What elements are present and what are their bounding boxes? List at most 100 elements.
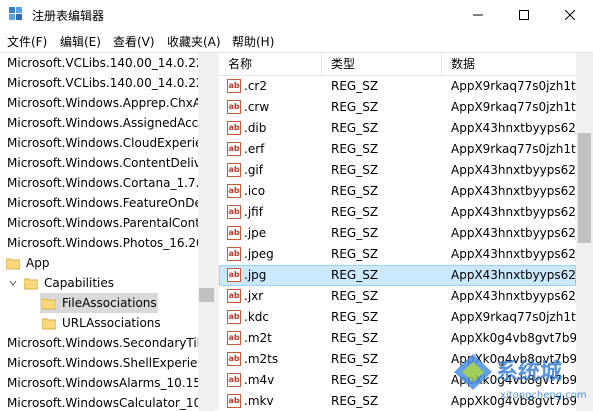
value-type: REG_SZ: [331, 100, 379, 114]
value-row[interactable]: ab .cr2 REG_SZ AppX9rkaq77s0jzh1ty: [219, 76, 576, 97]
value-row[interactable]: ab .erf REG_SZ AppX9rkaq77s0jzh1ty: [219, 139, 576, 160]
value-name: .m4v: [244, 373, 275, 387]
value-name: .gif: [244, 163, 263, 177]
value-data: AppX43hnxtbyyps62j: [451, 268, 576, 282]
value-type: REG_SZ: [331, 184, 379, 198]
folder-icon: [6, 258, 20, 270]
value-row[interactable]: ab .mkv REG_SZ AppXk0g4vb8gvt7b9: [219, 391, 576, 411]
tree-item-label: App: [26, 256, 50, 270]
value-data: AppX43hnxtbyyps62j: [451, 247, 576, 261]
string-value-icon: ab: [227, 163, 241, 177]
folder-icon: [42, 318, 56, 330]
tree-item-fileassociations[interactable]: FileAssociations: [40, 293, 158, 313]
value-data: AppX9rkaq77s0jzh1ty: [451, 79, 576, 93]
value-type: REG_SZ: [331, 226, 379, 240]
value-name: .m2ts: [244, 352, 279, 366]
string-value-icon: ab: [227, 331, 241, 345]
menu-file[interactable]: 文件(F): [7, 33, 47, 50]
value-data: AppX43hnxtbyyps62j: [451, 184, 576, 198]
value-data: AppXk0g4vb8gvt7b9: [451, 331, 576, 345]
value-row[interactable]: ab .crw REG_SZ AppX9rkaq77s0jzh1ty: [219, 97, 576, 118]
string-value-icon: ab: [227, 352, 241, 366]
menu-favorites[interactable]: 收藏夹(A): [167, 33, 221, 50]
tree-item-label: URLAssociations: [62, 316, 161, 330]
tree-item-app[interactable]: App: [0, 253, 198, 273]
value-type: REG_SZ: [331, 289, 379, 303]
tree-scrollbar-thumb[interactable]: [199, 288, 214, 302]
value-type: REG_SZ: [331, 247, 379, 261]
list-scrollbar-thumb[interactable]: [578, 133, 591, 243]
string-value-icon: ab: [227, 247, 241, 261]
tree-item-urlassociations[interactable]: URLAssociations: [40, 313, 190, 333]
maximize-icon: [519, 10, 529, 20]
string-value-icon: ab: [227, 268, 241, 282]
value-data: AppXk0g4vb8gvt7b9: [451, 394, 576, 408]
value-row[interactable]: ab .ico REG_SZ AppX43hnxtbyyps62j: [219, 181, 576, 202]
string-value-icon: ab: [227, 142, 241, 156]
value-row[interactable]: ab .dib REG_SZ AppX43hnxtbyyps62j: [219, 118, 576, 139]
column-header-data[interactable]: 数据: [442, 53, 576, 75]
tree-item-capabilities[interactable]: Capabilities: [0, 273, 198, 293]
value-name: .jpg: [244, 268, 267, 282]
menu-help[interactable]: 帮助(H): [232, 33, 274, 50]
value-type: REG_SZ: [331, 205, 379, 219]
menu-bar: 文件(F) 编辑(E) 查看(V) 收藏夹(A) 帮助(H): [0, 31, 593, 51]
close-button[interactable]: [547, 0, 593, 30]
value-type: REG_SZ: [331, 352, 379, 366]
close-icon: [565, 10, 575, 20]
minimize-button[interactable]: [455, 0, 501, 30]
tree-item-label: Microsoft.Windows.ContentDelive: [7, 156, 209, 170]
maximize-button[interactable]: [501, 0, 547, 30]
value-data: AppX9rkaq77s0jzh1ty: [451, 142, 576, 156]
value-row[interactable]: ab .jpeg REG_SZ AppX43hnxtbyyps62j: [219, 244, 576, 265]
column-header-type[interactable]: 类型: [322, 53, 442, 75]
value-row[interactable]: ab .jpg REG_SZ AppX43hnxtbyyps62j: [219, 265, 576, 286]
tree-item-label: Microsoft.Windows.Cortana_1.7.0: [7, 176, 208, 190]
value-type: REG_SZ: [331, 79, 379, 93]
tree-item-label: Microsoft.Windows.Apprep.ChxA: [7, 96, 202, 110]
list-scrollbar[interactable]: [576, 53, 593, 411]
tree-scrollbar[interactable]: [198, 53, 215, 411]
value-data: AppXk0g4vb8gvt7b9: [451, 373, 576, 387]
string-value-icon: ab: [227, 373, 241, 387]
value-row[interactable]: ab .jfif REG_SZ AppX43hnxtbyyps62j: [219, 202, 576, 223]
value-name: .erf: [244, 142, 265, 156]
string-value-icon: ab: [227, 184, 241, 198]
tree-item-label: Microsoft.Windows.Photos_16.20: [7, 236, 204, 250]
value-type: REG_SZ: [331, 331, 379, 345]
value-name: .ico: [244, 184, 266, 198]
value-name: .mkv: [244, 394, 274, 408]
string-value-icon: ab: [227, 289, 241, 303]
value-data: AppXk0g4vb8gvt7b9: [451, 352, 576, 366]
column-header-name[interactable]: 名称: [219, 53, 322, 75]
string-value-icon: ab: [227, 121, 241, 135]
chevron-down-icon[interactable]: [9, 279, 17, 287]
value-row[interactable]: ab .m2ts REG_SZ AppXk0g4vb8gvt7b9: [219, 349, 576, 370]
tree-item-label: Microsoft.Windows.ParentalContr: [7, 216, 205, 230]
value-name: .jfif: [244, 205, 263, 219]
minimize-icon: [473, 14, 483, 16]
value-row[interactable]: ab .m2t REG_SZ AppXk0g4vb8gvt7b9: [219, 328, 576, 349]
value-name: .cr2: [244, 79, 267, 93]
value-row[interactable]: ab .jxr REG_SZ AppX43hnxtbyyps62j: [219, 286, 576, 307]
value-row[interactable]: ab .m4v REG_SZ AppXk0g4vb8gvt7b9: [219, 370, 576, 391]
value-type: REG_SZ: [331, 121, 379, 135]
value-type: REG_SZ: [331, 394, 379, 408]
values-list[interactable]: 名称 类型 数据 ab .cr2 REG_SZ AppX9rkaq77s0jzh1ty…: [219, 52, 593, 411]
value-row[interactable]: ab .kdc REG_SZ AppX9rkaq77s0jzh1ty: [219, 307, 576, 328]
value-data: AppX9rkaq77s0jzh1ty: [451, 310, 576, 324]
registry-tree[interactable]: Microsoft.VCLibs.140.00_14.0.229 Microso…: [0, 52, 215, 411]
value-row[interactable]: ab .jpe REG_SZ AppX43hnxtbyyps62j: [219, 223, 576, 244]
value-type: REG_SZ: [331, 142, 379, 156]
value-row[interactable]: ab .gif REG_SZ AppX43hnxtbyyps62j: [219, 160, 576, 181]
menu-edit[interactable]: 编辑(E): [60, 33, 101, 50]
value-data: AppX43hnxtbyyps62j: [451, 121, 576, 135]
value-name: .jpe: [244, 226, 267, 240]
value-data: AppX43hnxtbyyps62j: [451, 205, 576, 219]
tree-item-label: Microsoft.VCLibs.140.00_14.0.229: [7, 56, 212, 70]
menu-view[interactable]: 查看(V): [113, 33, 155, 50]
tree-item-label: Microsoft.Windows.SecondaryTil: [7, 336, 200, 350]
value-data: AppX43hnxtbyyps62j: [451, 163, 576, 177]
tree-item-label: Microsoft.Windows.FeatureOnDe: [7, 196, 202, 210]
tree-item-label: FileAssociations: [62, 296, 157, 310]
